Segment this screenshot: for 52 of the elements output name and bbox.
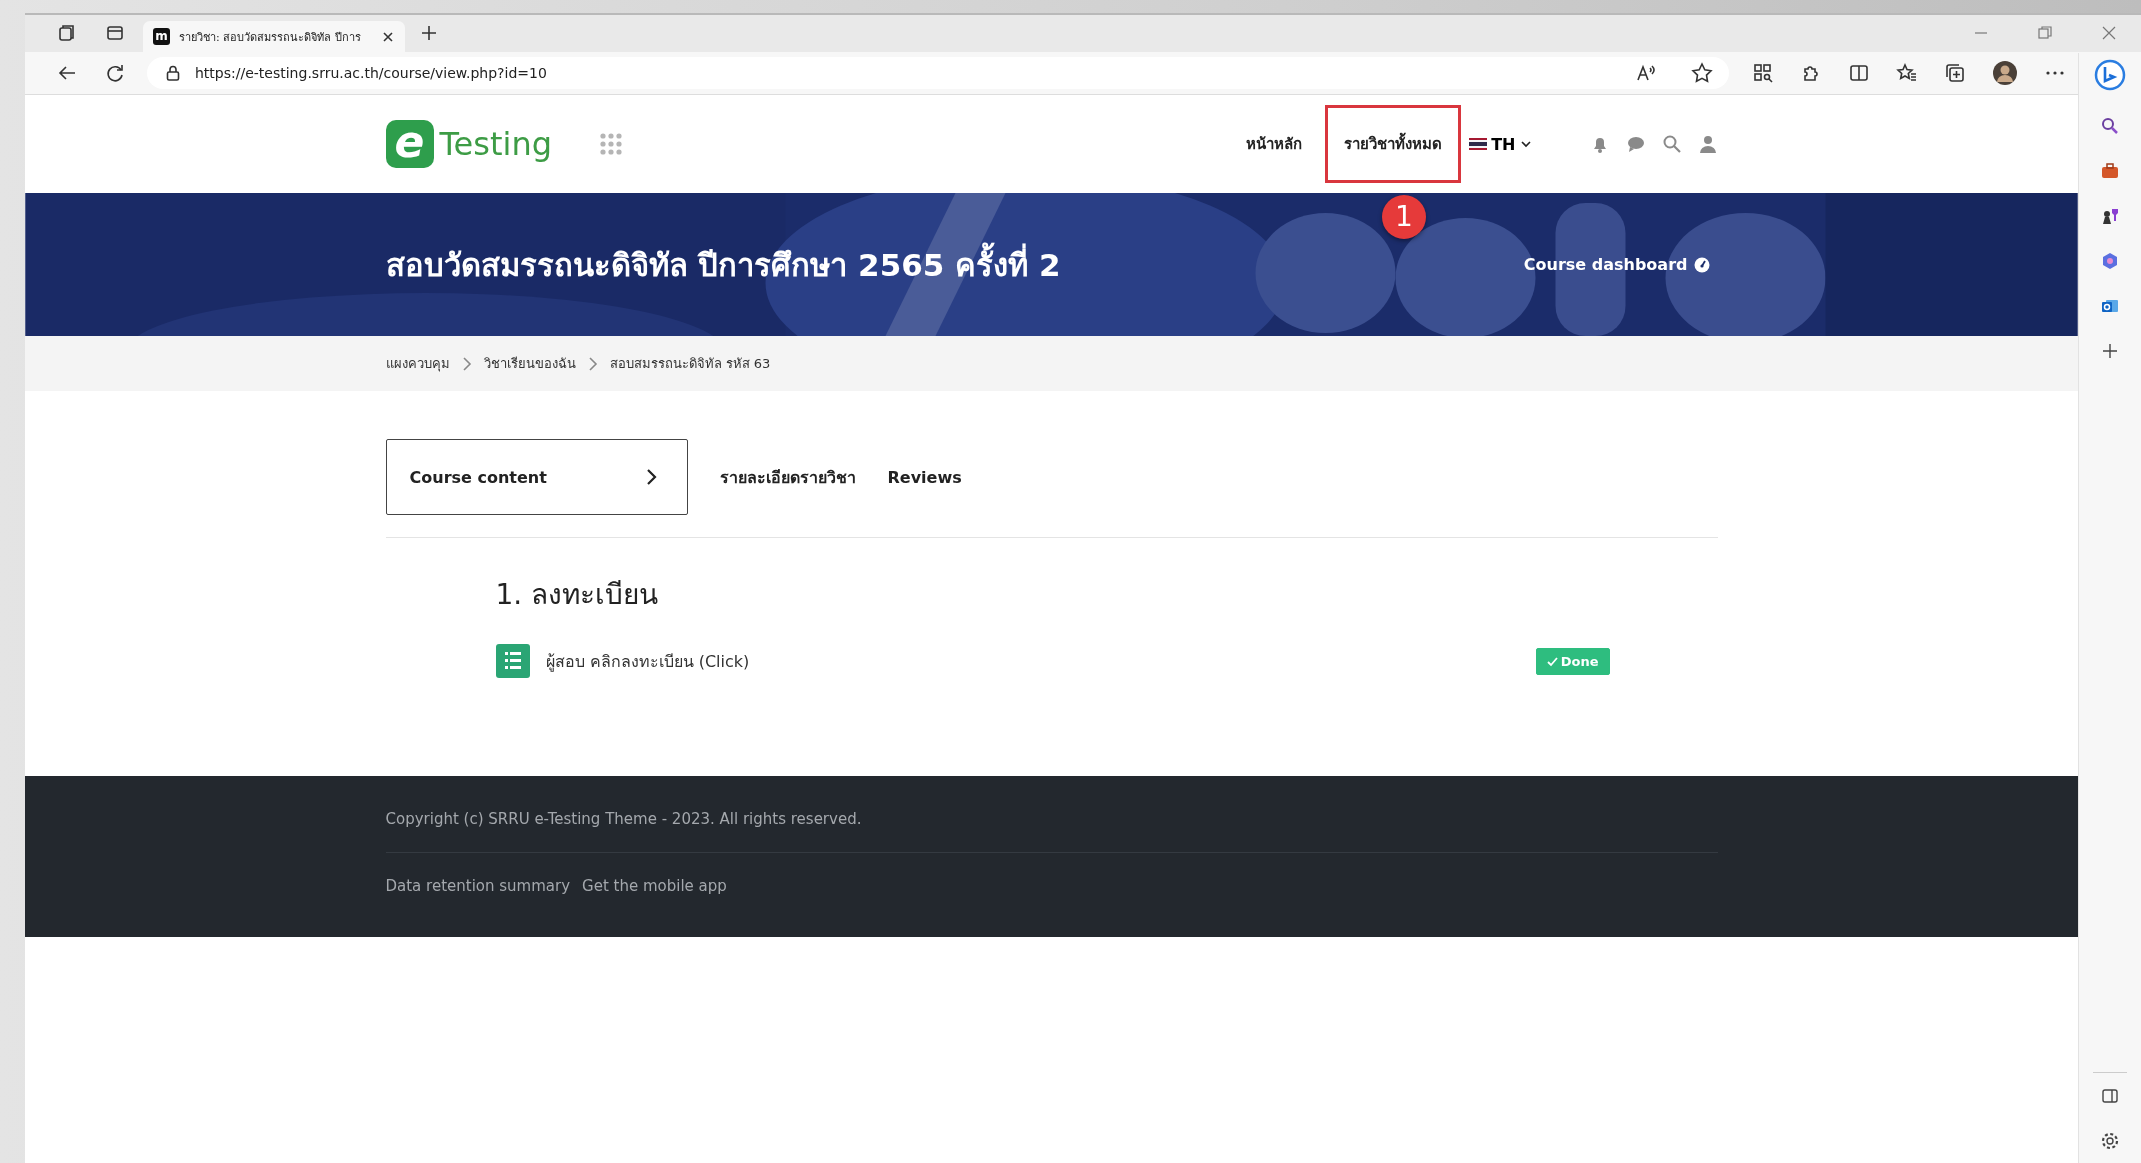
breadcrumb-link[interactable]: วิชาเรียนของฉัน [483, 353, 576, 374]
breadcrumb-link[interactable]: แผงควบคุม [385, 353, 450, 374]
gauge-icon [1693, 256, 1710, 273]
tab-title: รายวิชา: สอบวัดสมรรถนะดิจิทัล ปีการ [179, 29, 362, 46]
collections-icon[interactable] [1944, 62, 1966, 84]
course-tab[interactable]: Course content [385, 439, 688, 515]
close-icon[interactable] [381, 29, 395, 44]
completion-status: Done [1535, 647, 1610, 675]
new-tab-icon[interactable] [419, 23, 439, 43]
sidebar-icon[interactable] [2100, 1086, 2120, 1106]
user-icon[interactable] [1697, 134, 1718, 154]
tab-actions-icon[interactable] [105, 23, 125, 43]
course-tab[interactable]: Reviews [887, 467, 962, 487]
course-dashboard-link[interactable]: Course dashboard [1523, 255, 1710, 274]
favorites-icon[interactable] [1896, 62, 1918, 84]
nav-link[interactable]: รายวิชาทั้งหมด [1325, 105, 1462, 183]
footer-link[interactable]: Get the mobile app [582, 877, 727, 895]
language-menu[interactable]: TH [1469, 134, 1532, 154]
nav-link[interactable]: หน้าหลัก [1227, 105, 1322, 183]
chevron-icon [644, 467, 659, 487]
chess-pieces-icon[interactable] [2100, 206, 2120, 226]
footer-link[interactable]: Data retention summary [385, 877, 571, 895]
search-icon[interactable] [1661, 134, 1682, 154]
address-bar[interactable]: https://e-testing.srru.ac.th/course/view.php?id=10 [147, 57, 1729, 89]
activity-link[interactable]: ผู้สอบ คลิกลงทะเบียน (Click) [545, 648, 750, 674]
course-title: สอบวัดสมรรถนะดิจิทัล ปีการศึกษา 2565 ครั้งที่ 2 [385, 239, 1061, 290]
list-icon[interactable] [495, 644, 530, 678]
copyright-text: Copyright (c) SRRU e-Testing Theme - 2023. All rights reserved. [385, 810, 1718, 853]
course-tab[interactable]: รายละเอียดรายวิชา [719, 464, 856, 490]
thai-flag-icon [1469, 138, 1488, 150]
caret-icon [1519, 138, 1532, 150]
browser-tab[interactable]: m รายวิชา: สอบวัดสมรรถนะดิจิทัล ปีการ [143, 21, 405, 52]
check-icon [1546, 655, 1558, 667]
breadcrumb-link[interactable]: สอบสมรรถนะดิจิทัล รหัส 63 [609, 353, 771, 374]
settings-icon[interactable] [2100, 1131, 2120, 1151]
favicon: m [153, 28, 170, 45]
section-title: 1. ลงทะเบียน [495, 577, 660, 613]
workspaces-icon[interactable] [57, 23, 77, 43]
read-aloud-icon[interactable] [1635, 63, 1657, 83]
url-text: https://e-testing.srru.ac.th/course/view.php?id=10 [195, 65, 547, 81]
briefcase-icon[interactable] [2100, 161, 2120, 181]
star-icon[interactable] [1691, 62, 1713, 84]
avatar-icon[interactable] [1992, 60, 2018, 86]
chat-icon[interactable] [1625, 134, 1646, 154]
chevron-icon [461, 355, 472, 372]
lock-icon [165, 64, 181, 82]
qr-scan-icon[interactable] [1752, 62, 1774, 84]
chevron-icon [587, 355, 598, 372]
search-icon[interactable] [2100, 116, 2120, 136]
refresh-icon[interactable] [104, 62, 126, 84]
split-screen-icon[interactable] [1848, 62, 1870, 84]
add-icon[interactable] [2100, 341, 2120, 361]
